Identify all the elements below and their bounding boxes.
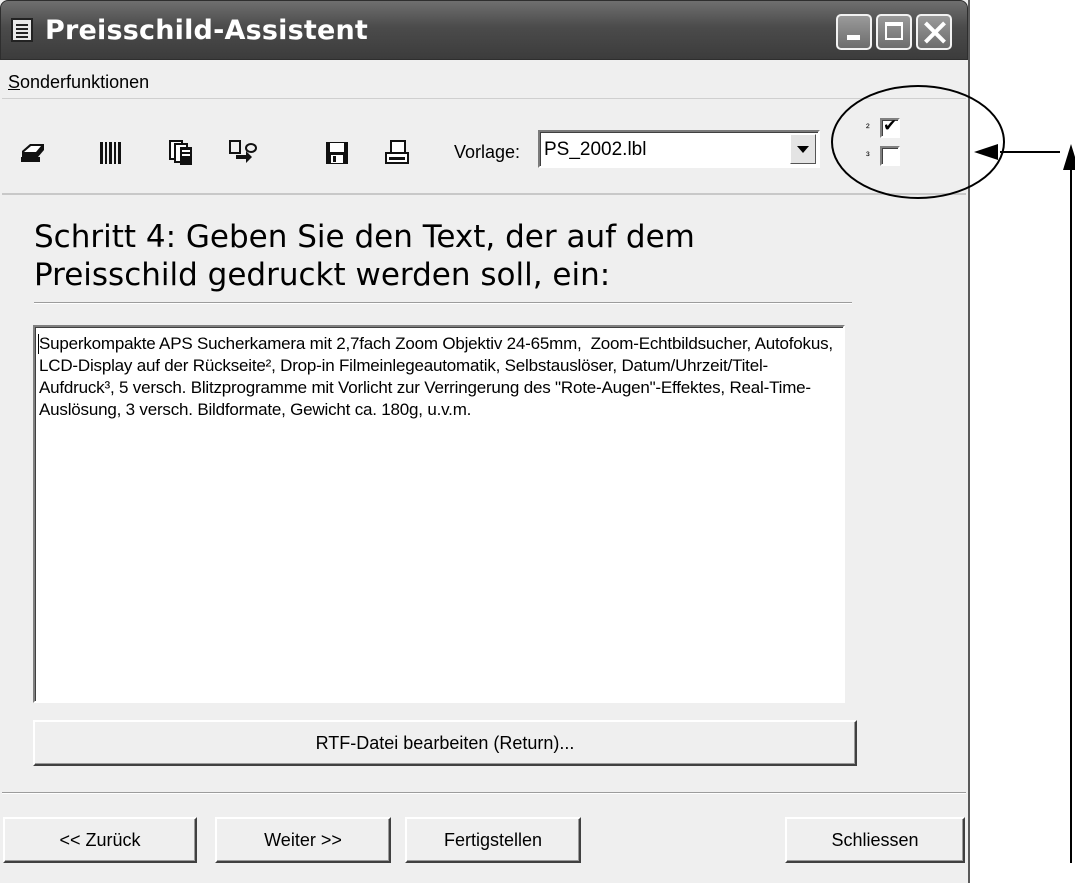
toolbar: Vorlage: PS_2002.lbl ² ³: [2, 100, 966, 195]
maximize-button[interactable]: [876, 14, 912, 50]
title-bar[interactable]: Preisschild-Assistent: [0, 0, 968, 60]
menu-label: onderfunktionen: [20, 72, 150, 92]
annotation-arrowhead-left: [974, 144, 998, 160]
window-title: Preisschild-Assistent: [45, 15, 368, 46]
annotation-arrowhead-up: [1063, 144, 1075, 170]
printer-icon[interactable]: [16, 138, 50, 168]
save-icon[interactable]: [320, 138, 354, 168]
footnote-3-checkbox[interactable]: [880, 146, 900, 166]
minimize-button[interactable]: [836, 14, 872, 50]
footnote-3-label: ³: [866, 150, 870, 162]
close-button[interactable]: Schliessen: [785, 817, 965, 863]
vorlage-label: Vorlage:: [454, 142, 521, 162]
finish-button[interactable]: Fertigstellen: [405, 817, 581, 863]
next-button[interactable]: Weiter >>: [215, 817, 391, 863]
price-tag-text-editor[interactable]: Superkompakte APS Sucherkamera mit 2,7fa…: [33, 325, 845, 703]
vorlage-selected-value: PS_2002.lbl: [544, 139, 647, 160]
menu-bar: Sonderfunktionen: [2, 62, 966, 99]
back-button[interactable]: << Zurück: [3, 817, 197, 863]
app-icon: [11, 18, 33, 42]
close-window-button[interactable]: [916, 14, 952, 50]
edit-rtf-button[interactable]: RTF-Datei bearbeiten (Return)...: [33, 720, 857, 766]
chevron-down-icon[interactable]: [790, 134, 816, 164]
print-preview-icon[interactable]: [380, 138, 414, 168]
heading-divider: [34, 302, 852, 304]
vorlage-select[interactable]: PS_2002.lbl: [538, 130, 820, 168]
footer-divider: [2, 792, 966, 794]
footnote-2-label: ²: [866, 122, 870, 134]
step-heading: Schritt 4: Geben Sie den Text, der auf d…: [34, 219, 695, 293]
transfer-icon[interactable]: [226, 138, 260, 168]
editor-text: Superkompakte APS Sucherkamera mit 2,7fa…: [39, 334, 838, 419]
footnote-2-checkbox[interactable]: [880, 116, 900, 138]
menu-accelerator: S: [8, 72, 21, 92]
copy-pages-icon[interactable]: [164, 138, 198, 168]
menu-sonderfunktionen[interactable]: Sonderfunktionen: [8, 72, 149, 93]
preisschild-assistent-window: Preisschild-Assistent Sonderfunktionen V…: [0, 0, 970, 883]
barcode-icon[interactable]: [94, 138, 128, 168]
